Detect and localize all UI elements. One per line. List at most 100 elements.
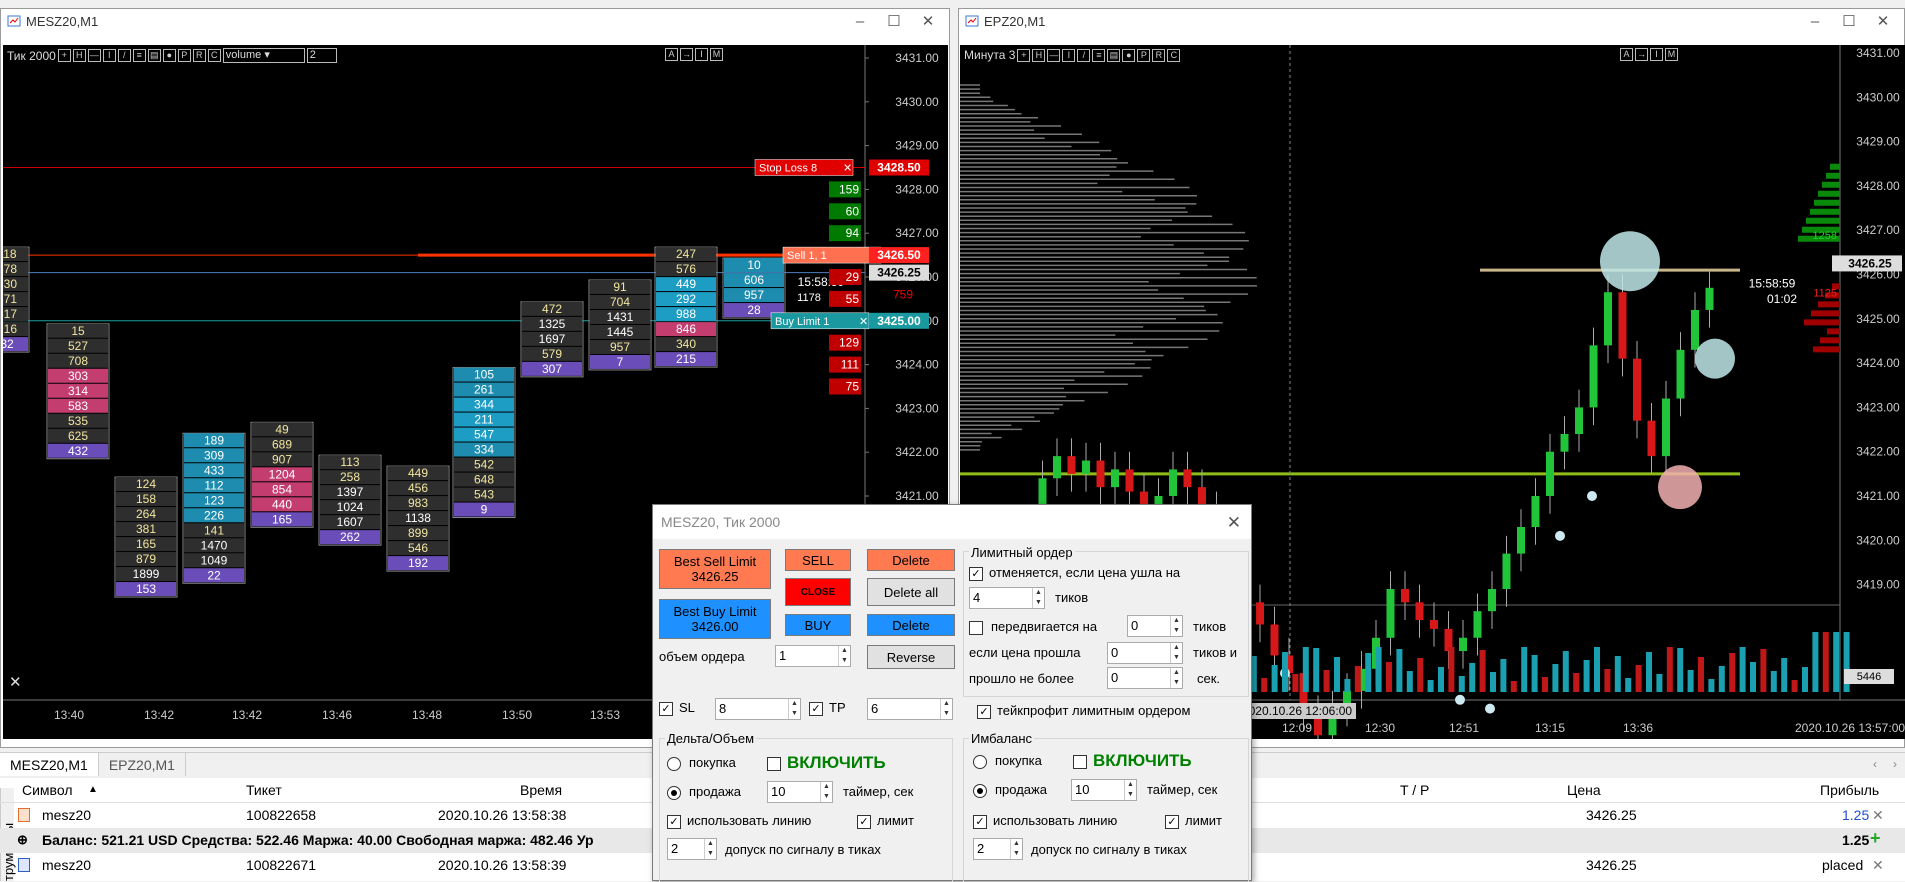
spin-icon[interactable]: ▲ ▼	[788, 699, 800, 719]
spin-icon[interactable]: ▲ ▼	[820, 782, 832, 802]
p-icon[interactable]: P	[177, 49, 191, 62]
arrow-icon[interactable]: →	[1635, 48, 1648, 61]
r-icon[interactable]: R	[192, 49, 206, 62]
left-window-titlebar[interactable]: MESZ20,M1	[1, 9, 949, 33]
p-icon[interactable]: P	[1137, 48, 1151, 62]
hline-icon[interactable]: H	[1032, 48, 1046, 62]
tab-mesz20[interactable]: MESZ20,M1	[0, 753, 99, 776]
imb-tolerance-input[interactable]: 2 ▲ ▼	[973, 838, 1023, 860]
cancel-checkbox[interactable]: ✓	[969, 567, 983, 581]
delta-timer-input[interactable]: 10 ▲ ▼	[767, 781, 833, 803]
hline-icon[interactable]: H	[72, 49, 86, 62]
imb-sell-radio[interactable]	[973, 784, 987, 798]
bar-icon[interactable]: Ⅰ	[695, 48, 708, 61]
dialog-close-icon[interactable]: ✕	[1227, 513, 1241, 533]
close-position-button[interactable]: CLOSE	[785, 578, 851, 606]
crosshair-icon[interactable]: +	[57, 49, 71, 62]
imb-use-line-checkbox[interactable]: ✓	[973, 815, 987, 829]
bar-icon[interactable]: Ⅰ	[1650, 48, 1663, 61]
buy-button[interactable]: BUY	[785, 614, 851, 636]
tools-wrench-icon[interactable]: ✕	[9, 673, 22, 691]
delta-buy-radio[interactable]	[667, 757, 681, 771]
channel-icon[interactable]: ▤	[147, 49, 161, 62]
order-volume-input[interactable]: 1 ▲ ▼	[775, 645, 851, 667]
imb-limit-checkbox[interactable]: ✓	[1165, 815, 1179, 829]
line-icon[interactable]: —	[87, 49, 101, 62]
vline-icon[interactable]: I	[102, 49, 116, 62]
m-icon[interactable]: M	[710, 48, 723, 61]
a-icon[interactable]: A	[665, 48, 678, 61]
a-icon[interactable]: A	[1620, 48, 1633, 61]
r-icon[interactable]: R	[1152, 48, 1166, 62]
delta-enable-checkbox[interactable]	[767, 757, 781, 771]
delta-sell-radio[interactable]	[667, 786, 681, 800]
fibo-icon[interactable]: ≡	[1092, 48, 1106, 62]
sl-input[interactable]: 8 ▲ ▼	[715, 698, 801, 720]
spin-icon[interactable]: ▲ ▼	[1170, 616, 1182, 636]
cancel-ticks-input[interactable]: 4 ▲ ▼	[969, 587, 1045, 609]
delete-all-button[interactable]: Delete all	[867, 578, 955, 606]
vline-icon[interactable]: I	[1062, 48, 1076, 62]
crosshair-icon[interactable]: +	[1017, 48, 1031, 62]
move-input[interactable]: 0 ▲ ▼	[1127, 615, 1183, 637]
c-icon[interactable]: C	[1167, 48, 1181, 62]
spin-icon[interactable]: ▲ ▼	[1170, 668, 1182, 688]
imb-buy-radio[interactable]	[973, 755, 987, 769]
delta-use-line-checkbox[interactable]: ✓	[667, 815, 681, 829]
right-window-titlebar[interactable]: EPZ20,M1	[959, 9, 1904, 33]
spin-icon[interactable]: ▲ ▼	[1032, 588, 1044, 608]
header-price[interactable]: Цена	[1567, 782, 1601, 798]
passed-input[interactable]: 0 ▲ ▼	[1107, 667, 1183, 689]
header-symbol[interactable]: Символ	[22, 782, 72, 798]
spin-icon[interactable]: ▲ ▼	[940, 699, 952, 719]
imb-timer-input[interactable]: 10 ▲ ▼	[1071, 779, 1137, 801]
dialog-titlebar[interactable]: MESZ20, Тик 2000 ✕	[653, 505, 1251, 539]
spin-icon[interactable]: ▲ ▼	[1010, 839, 1022, 859]
if-passed-input[interactable]: 0 ▲ ▼	[1107, 642, 1183, 664]
row-close-icon[interactable]: ✕	[1872, 807, 1884, 824]
maximize-icon[interactable]: ☐	[877, 12, 911, 30]
indicator-value-input[interactable]: 2	[306, 48, 337, 63]
channel-icon[interactable]: ▤	[1107, 48, 1121, 62]
spin-icon[interactable]: ▲ ▼	[704, 839, 716, 859]
circle-icon[interactable]: ●	[162, 49, 176, 62]
fibo-icon[interactable]: ≡	[132, 49, 146, 62]
delete-sell-button[interactable]: Delete	[867, 549, 955, 571]
header-tp[interactable]: T / P	[1400, 782, 1429, 798]
sl-checkbox[interactable]: ✓	[659, 702, 673, 716]
best-buy-limit-button[interactable]: Best Buy Limit 3426.00	[659, 599, 771, 639]
tabs-scroll-left-icon[interactable]: ‹	[1873, 757, 1877, 771]
add-icon[interactable]: +	[1870, 828, 1881, 849]
row-close-icon[interactable]: ✕	[1872, 857, 1884, 874]
delta-limit-checkbox[interactable]: ✓	[857, 815, 871, 829]
spin-icon[interactable]: ▲ ▼	[1124, 780, 1136, 800]
best-sell-limit-button[interactable]: Best Sell Limit 3426.25	[659, 549, 771, 589]
tabs-scroll-right-icon[interactable]: ›	[1893, 757, 1897, 771]
move-checkbox[interactable]	[969, 621, 983, 635]
close-icon[interactable]: ✕	[1866, 12, 1900, 30]
trend-icon[interactable]: /	[117, 49, 131, 62]
line-icon[interactable]: —	[1047, 48, 1061, 62]
spin-icon[interactable]: ▲ ▼	[838, 646, 850, 666]
maximize-icon[interactable]: ☐	[1832, 12, 1866, 30]
delete-buy-button[interactable]: Delete	[867, 614, 955, 636]
tp-input[interactable]: 6 ▲ ▼	[867, 698, 953, 720]
spin-icon[interactable]: ▲ ▼	[1170, 643, 1182, 663]
tp-checkbox[interactable]: ✓	[809, 702, 823, 716]
delta-tolerance-input[interactable]: 2 ▲ ▼	[667, 838, 717, 860]
header-time[interactable]: Время	[520, 782, 562, 798]
reverse-button[interactable]: Reverse	[867, 645, 955, 669]
circle-icon[interactable]: ●	[1122, 48, 1136, 62]
trend-icon[interactable]: /	[1077, 48, 1091, 62]
tab-epz20[interactable]: EPZ20,M1	[99, 753, 186, 776]
minimize-icon[interactable]: –	[843, 13, 877, 30]
close-icon[interactable]: ✕	[911, 12, 945, 30]
tp-limit-checkbox[interactable]: ✓	[977, 705, 991, 719]
header-profit[interactable]: Прибыль	[1820, 782, 1879, 798]
arrow-icon[interactable]: →	[680, 48, 693, 61]
imb-enable-checkbox[interactable]	[1073, 755, 1087, 769]
sell-button[interactable]: SELL	[785, 549, 851, 571]
header-ticket[interactable]: Тикет	[246, 782, 282, 798]
m-icon[interactable]: M	[1665, 48, 1678, 61]
minimize-icon[interactable]: –	[1798, 13, 1832, 30]
